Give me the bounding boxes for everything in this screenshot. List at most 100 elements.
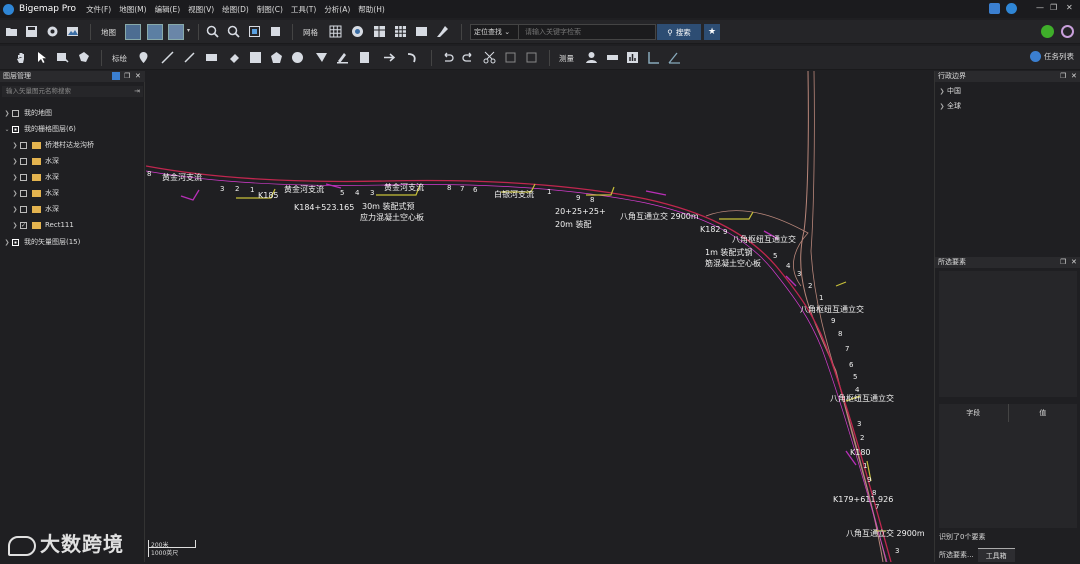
copy-icon[interactable] bbox=[504, 51, 517, 64]
layer-checkbox[interactable]: ✓ bbox=[20, 221, 27, 229]
layer-checkbox[interactable] bbox=[20, 141, 27, 149]
funnel-icon[interactable] bbox=[315, 51, 328, 64]
paste-icon[interactable] bbox=[525, 51, 538, 64]
layer-row[interactable]: ⌄ 我的栅格图层(6) bbox=[2, 122, 75, 136]
expand-arrow-icon[interactable]: ❯ bbox=[2, 239, 12, 246]
select-rect-icon[interactable] bbox=[56, 51, 69, 64]
pentagon-icon[interactable] bbox=[270, 51, 283, 64]
eraser-icon[interactable] bbox=[228, 51, 241, 64]
image-icon[interactable] bbox=[66, 25, 79, 38]
menu-analysis[interactable]: 分析(A) bbox=[324, 4, 350, 15]
polyline-icon[interactable] bbox=[161, 51, 174, 64]
layer-row[interactable]: ❯ 水深 bbox=[10, 202, 59, 216]
menu-file[interactable]: 文件(F) bbox=[86, 4, 111, 15]
select-polygon-icon[interactable] bbox=[77, 51, 90, 64]
bar-chart-icon[interactable] bbox=[626, 51, 639, 64]
tab-selected-features[interactable]: 所选要素... bbox=[935, 548, 978, 562]
selected-features-list[interactable] bbox=[939, 271, 1077, 397]
task-list-button[interactable]: 任务列表 bbox=[1030, 51, 1074, 62]
layer-checkbox[interactable] bbox=[20, 173, 27, 181]
link-icon[interactable] bbox=[1061, 25, 1074, 38]
search-mode-dropdown[interactable]: 定位查找 ⌄ bbox=[471, 25, 519, 39]
grid-icon[interactable] bbox=[329, 25, 342, 38]
layer-row[interactable]: ❯ 水深 bbox=[10, 170, 59, 184]
layer-checkbox[interactable] bbox=[20, 189, 27, 197]
map-source-3-thumbnail[interactable] bbox=[168, 24, 184, 40]
expand-arrow-icon[interactable]: ❯ bbox=[937, 103, 947, 110]
triangle-measure-icon[interactable] bbox=[668, 51, 681, 64]
layer-checkbox[interactable] bbox=[12, 238, 19, 246]
rectangle-icon[interactable] bbox=[205, 51, 218, 64]
search-button[interactable]: ⚲ 搜索 bbox=[657, 24, 701, 40]
tab-toolbox[interactable]: 工具箱 bbox=[977, 548, 1015, 562]
expand-arrow-icon[interactable]: ❯ bbox=[10, 190, 20, 197]
window-icon[interactable] bbox=[415, 25, 428, 38]
angle-icon[interactable] bbox=[647, 51, 660, 64]
close-icon[interactable]: ✕ bbox=[1066, 3, 1073, 12]
arrow-right-icon[interactable] bbox=[383, 51, 396, 64]
circle-icon[interactable] bbox=[291, 51, 304, 64]
menu-edit[interactable]: 编辑(E) bbox=[155, 4, 181, 15]
ruler-icon[interactable] bbox=[606, 51, 619, 64]
globe-icon[interactable] bbox=[351, 25, 364, 38]
zoom-in-icon[interactable] bbox=[206, 25, 219, 38]
layer-row[interactable]: ❯ 我的地图 bbox=[2, 106, 52, 120]
building-icon[interactable] bbox=[358, 51, 371, 64]
expand-arrow-icon[interactable]: ❯ bbox=[10, 158, 20, 165]
marker-pin-icon[interactable] bbox=[137, 51, 150, 64]
float-panel-icon[interactable]: ❐ bbox=[1060, 257, 1066, 268]
collapse-panel-icon[interactable]: ⇥ bbox=[134, 86, 140, 97]
layer-row[interactable]: ❯ ✓ Rect111 bbox=[10, 218, 73, 232]
clear-broom-icon[interactable] bbox=[436, 25, 449, 38]
map-source-2-thumbnail[interactable] bbox=[147, 24, 163, 40]
map-canvas[interactable] bbox=[145, 70, 933, 563]
float-panel-icon[interactable]: ❐ bbox=[124, 71, 130, 82]
zoom-extent-icon[interactable] bbox=[248, 25, 261, 38]
map-source-1-thumbnail[interactable] bbox=[125, 24, 141, 40]
cut-scissors-icon[interactable] bbox=[483, 51, 496, 64]
expand-arrow-icon[interactable]: ❯ bbox=[10, 206, 20, 213]
layer-checkbox[interactable] bbox=[12, 109, 19, 117]
fit-view-icon[interactable] bbox=[269, 25, 282, 38]
close-panel-icon[interactable]: ✕ bbox=[1071, 257, 1077, 268]
expand-arrow-icon[interactable]: ⌄ bbox=[2, 126, 12, 133]
notification-icon[interactable] bbox=[989, 3, 1000, 14]
open-folder-icon[interactable] bbox=[5, 25, 18, 38]
close-panel-icon[interactable]: ✕ bbox=[135, 71, 141, 82]
layer-row[interactable]: ❯ 水深 bbox=[10, 186, 59, 200]
layers-grid-icon[interactable] bbox=[394, 25, 407, 38]
chevron-down-icon[interactable]: ▾ bbox=[187, 27, 190, 34]
zoom-out-icon[interactable] bbox=[227, 25, 240, 38]
expand-arrow-icon[interactable]: ❯ bbox=[10, 222, 20, 229]
admin-item-global[interactable]: ❯ 全球 bbox=[937, 99, 961, 113]
layer-row[interactable]: ❯ 桥港村达龙沟桥 bbox=[10, 138, 94, 152]
text-style-icon[interactable] bbox=[336, 51, 349, 64]
menu-draw[interactable]: 绘图(D) bbox=[222, 4, 249, 15]
expand-arrow-icon[interactable]: ❯ bbox=[2, 110, 12, 117]
square-icon[interactable] bbox=[249, 51, 262, 64]
favorite-star-icon[interactable]: ★ bbox=[704, 24, 720, 40]
redo-icon[interactable] bbox=[462, 51, 475, 64]
admin-item-china[interactable]: ❯ 中国 bbox=[937, 84, 961, 98]
minimize-icon[interactable]: — bbox=[1036, 3, 1044, 12]
menu-cartography[interactable]: 制图(C) bbox=[257, 4, 283, 15]
menu-help[interactable]: 帮助(H) bbox=[358, 4, 385, 15]
layer-filter-input[interactable]: 输入矢量图元名称搜索 ⇥ bbox=[2, 86, 143, 97]
expand-arrow-icon[interactable]: ❯ bbox=[937, 88, 947, 95]
float-panel-icon[interactable]: ❐ bbox=[1060, 71, 1066, 82]
select-pointer-icon[interactable] bbox=[35, 51, 48, 64]
layer-checkbox[interactable] bbox=[20, 205, 27, 213]
menu-tools[interactable]: 工具(T) bbox=[291, 4, 316, 15]
layer-row[interactable]: ❯ 我的矢量图层(15) bbox=[2, 235, 80, 249]
save-icon[interactable] bbox=[25, 25, 38, 38]
user-avatar-icon[interactable] bbox=[1006, 3, 1017, 14]
expand-arrow-icon[interactable]: ❯ bbox=[10, 174, 20, 181]
undo-icon[interactable] bbox=[441, 51, 454, 64]
person-icon[interactable] bbox=[585, 51, 598, 64]
wechat-icon[interactable] bbox=[1041, 25, 1054, 38]
table-icon[interactable] bbox=[373, 25, 386, 38]
menu-map[interactable]: 地图(M) bbox=[119, 4, 146, 15]
layer-checkbox[interactable] bbox=[12, 125, 19, 133]
curve-arrow-icon[interactable] bbox=[406, 51, 419, 64]
layer-panel-settings-icon[interactable] bbox=[112, 72, 120, 80]
